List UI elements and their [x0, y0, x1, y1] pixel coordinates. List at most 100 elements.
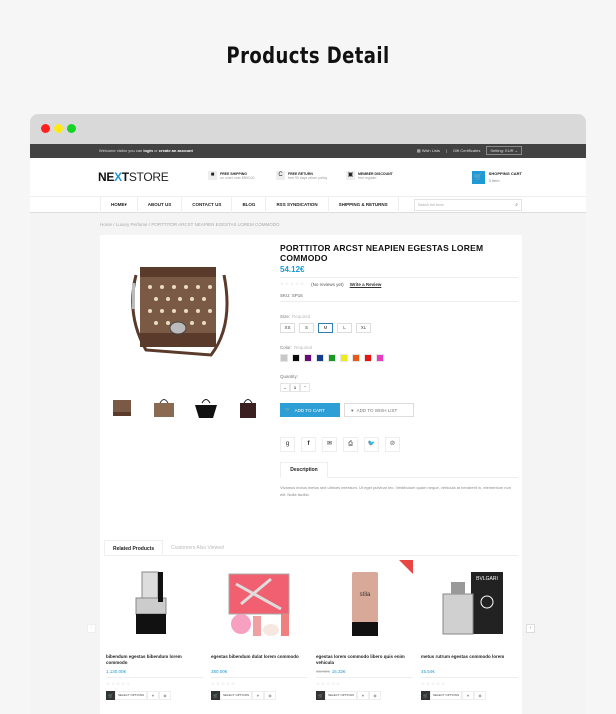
thumbnail[interactable]	[150, 393, 178, 421]
breadcrumb: Home / Luxury Perfume / PORTTITOR ARCST …	[100, 222, 280, 227]
cart-icon[interactable]: 🛒	[316, 691, 325, 700]
heart-icon[interactable]: ♥	[356, 691, 369, 700]
product-image[interactable]: stila	[316, 560, 413, 642]
select-options-button[interactable]: SELECT OPTIONS	[115, 691, 147, 700]
twitter-icon[interactable]: 🐦	[364, 437, 379, 452]
tab-customers-also-viewed[interactable]: Customers Also Viewed	[163, 540, 232, 555]
facebook-icon[interactable]: f	[301, 437, 316, 452]
product-name[interactable]: metus rutrum egestas commodo lorem	[421, 654, 518, 666]
gift-certificates-link[interactable]: Gift Certificates	[453, 148, 480, 153]
product-carousel: bibendum egestas bibendum lorem commodo …	[106, 560, 518, 700]
color-swatch[interactable]	[304, 354, 312, 362]
minimize-dot[interactable]	[54, 124, 63, 133]
currency-select[interactable]: Setting: EUR ⌄	[486, 146, 522, 155]
write-review-link[interactable]: Write a Review	[350, 282, 382, 287]
add-to-cart-label: ADD TO CART	[294, 407, 325, 413]
cart-icon[interactable]: 🛒	[421, 691, 430, 700]
wish-lists-link[interactable]: ▦ Wish Lists	[417, 148, 440, 153]
breadcrumb-category[interactable]: Luxury Perfume	[116, 222, 148, 227]
color-swatch[interactable]	[364, 354, 372, 362]
pinterest-icon[interactable]: ℗	[385, 437, 400, 452]
size-option[interactable]: XS	[280, 323, 295, 333]
page-title: Products Detail	[226, 44, 390, 69]
search-icon[interactable]: ⌕	[515, 202, 518, 208]
product-item[interactable]: BVLGARI metus rutrum egestas commodo lor…	[421, 564, 518, 700]
select-options-button[interactable]: SELECT OPTIONS	[430, 691, 462, 700]
shopping-cart[interactable]: 🛒 SHOPPING CART 3 item	[471, 171, 522, 184]
maximize-dot[interactable]	[67, 124, 76, 133]
heart-icon[interactable]: ♥	[251, 691, 264, 700]
tab-description[interactable]: Description	[280, 462, 328, 478]
close-dot[interactable]	[41, 124, 50, 133]
size-option[interactable]: XL	[356, 323, 371, 333]
create-account-link[interactable]: create an account	[159, 148, 193, 153]
product-item[interactable]: egestas bibendum dulat lorem commodo 380…	[211, 564, 308, 700]
email-icon[interactable]: ✉	[322, 437, 337, 452]
color-swatch[interactable]	[340, 354, 348, 362]
nav-home[interactable]: HOME▾	[100, 197, 137, 213]
carousel-next-button[interactable]: ›	[526, 624, 535, 633]
product-name[interactable]: egestas lorem commodo libero quis enim v…	[316, 654, 413, 666]
size-option[interactable]: S	[299, 323, 314, 333]
thumbnail[interactable]	[234, 393, 262, 421]
thumbnail[interactable]	[108, 393, 136, 421]
heart-icon[interactable]: ♥	[461, 691, 474, 700]
product-name[interactable]: egestas bibendum dulat lorem commodo	[211, 654, 308, 666]
welcome-message: Welcome visitor you can login or create …	[99, 148, 193, 153]
cart-icon: 🛒	[285, 407, 291, 412]
select-options-button[interactable]: SELECT OPTIONS	[220, 691, 252, 700]
cart-icon[interactable]: 🛒	[211, 691, 220, 700]
quantity-input[interactable]: 1	[290, 383, 300, 392]
product-card: PORTTITOR ARCST NEAPIEN EGESTAS LOREM CO…	[100, 235, 522, 540]
browser-window: Welcome visitor you can login or create …	[30, 114, 586, 714]
add-to-cart-button[interactable]: 🛒 ADD TO CART	[280, 403, 340, 417]
main-product-image[interactable]	[116, 245, 236, 375]
heart-icon[interactable]: ♥	[146, 691, 159, 700]
color-swatch[interactable]	[292, 354, 300, 362]
eye-icon[interactable]: ◉	[473, 691, 486, 700]
size-label-text: Size:	[280, 314, 291, 319]
feature-free-return: C FREE RETURN free 90 days return policy	[276, 171, 327, 180]
add-to-wishlist-label: ADD TO WISH LIST	[356, 407, 398, 413]
product-item[interactable]: bibendum egestas bibendum lorem commodo …	[106, 564, 203, 700]
product-image[interactable]	[106, 564, 203, 642]
color-swatch[interactable]	[376, 354, 384, 362]
nav-blog[interactable]: BLOG	[231, 197, 265, 213]
increase-quantity-button[interactable]: ⌃	[300, 383, 310, 392]
color-swatch[interactable]	[328, 354, 336, 362]
size-option[interactable]: L	[337, 323, 352, 333]
size-option-selected[interactable]: M	[318, 323, 333, 333]
decrease-quantity-button[interactable]: ⌄	[280, 383, 290, 392]
product-item[interactable]: stila egestas lorem commodo libero quis …	[316, 560, 413, 700]
breadcrumb-home[interactable]: Home	[100, 222, 112, 227]
product-name[interactable]: bibendum egestas bibendum lorem commodo	[106, 654, 203, 666]
tab-related-products[interactable]: Related Products	[104, 540, 164, 555]
thumbnail[interactable]	[192, 393, 220, 421]
eye-icon[interactable]: ◉	[158, 691, 171, 700]
nav-rss-syndication[interactable]: RSS SYNDICATION	[265, 197, 327, 213]
feature-free-shipping: ■ FREE SHIPPING on order over $500.00	[208, 171, 254, 180]
carousel-prev-button[interactable]: ‹	[87, 624, 96, 633]
rating-stars: ☆☆☆☆☆	[106, 681, 132, 686]
color-swatch[interactable]	[352, 354, 360, 362]
add-to-wishlist-button[interactable]: ♥ ADD TO WISH LIST	[344, 403, 414, 417]
nav-about-us[interactable]: ABOUT US	[136, 197, 182, 213]
color-swatch[interactable]	[316, 354, 324, 362]
product-image[interactable]: BVLGARI	[421, 564, 518, 642]
old-price: 40.00€	[316, 669, 330, 674]
price-value: 380.00€	[211, 669, 228, 674]
print-icon[interactable]: ⎙	[343, 437, 358, 452]
search-input[interactable]: Search the store ⌕	[414, 199, 522, 211]
nav-contact-us[interactable]: CONTACT US	[181, 197, 231, 213]
nav-shipping-returns[interactable]: SHIPPING & RETURNS	[327, 197, 399, 213]
google-plus-icon[interactable]: g	[280, 437, 295, 452]
eye-icon[interactable]: ◉	[368, 691, 381, 700]
cart-icon[interactable]: 🛒	[106, 691, 115, 700]
store-logo[interactable]: NEXTSTORE	[98, 170, 169, 184]
eye-icon[interactable]: ◉	[263, 691, 276, 700]
color-swatch[interactable]	[280, 354, 288, 362]
login-link[interactable]: login	[143, 148, 153, 153]
product-image[interactable]	[211, 564, 308, 642]
select-options-button[interactable]: SELECT OPTIONS	[325, 691, 357, 700]
thumbnail-list	[108, 393, 262, 421]
